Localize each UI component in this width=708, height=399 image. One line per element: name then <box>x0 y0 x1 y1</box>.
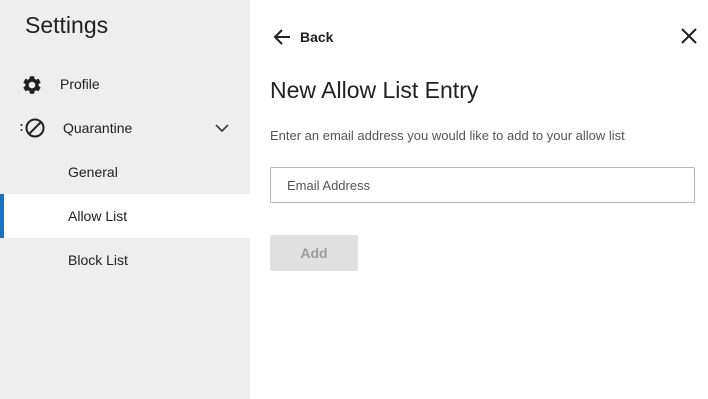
sidebar-item-label: Profile <box>60 76 100 92</box>
sidebar-item-quarantine[interactable]: Quarantine <box>0 106 250 150</box>
sidebar-item-label: Quarantine <box>63 120 133 136</box>
sidebar-title: Settings <box>25 12 109 38</box>
add-button[interactable]: Add <box>270 235 358 271</box>
prohibited-icon <box>20 117 46 139</box>
sidebar-subitem-label: General <box>68 164 118 180</box>
page-title: New Allow List Entry <box>270 77 479 103</box>
sidebar-subitem-label: Block List <box>68 252 128 268</box>
back-button[interactable]: Back <box>272 26 333 48</box>
settings-sidebar: Settings Profile Quarantine General Allo… <box>0 0 250 399</box>
sidebar-subitem-allow-list[interactable]: Allow List <box>0 194 250 238</box>
back-label: Back <box>300 29 334 45</box>
sidebar-subitem-general[interactable]: General <box>0 150 250 194</box>
page-description: Enter an email address you would like to… <box>270 128 625 143</box>
sidebar-subitem-block-list[interactable]: Block List <box>0 238 250 282</box>
sidebar-item-profile[interactable]: Profile <box>0 62 250 106</box>
close-button[interactable] <box>679 26 699 46</box>
email-address-input[interactable] <box>270 167 695 203</box>
close-icon <box>679 26 699 46</box>
chevron-down-icon[interactable] <box>214 120 230 136</box>
sidebar-subitem-label: Allow List <box>68 208 128 224</box>
arrow-left-icon <box>272 27 292 47</box>
gear-icon <box>21 74 43 96</box>
